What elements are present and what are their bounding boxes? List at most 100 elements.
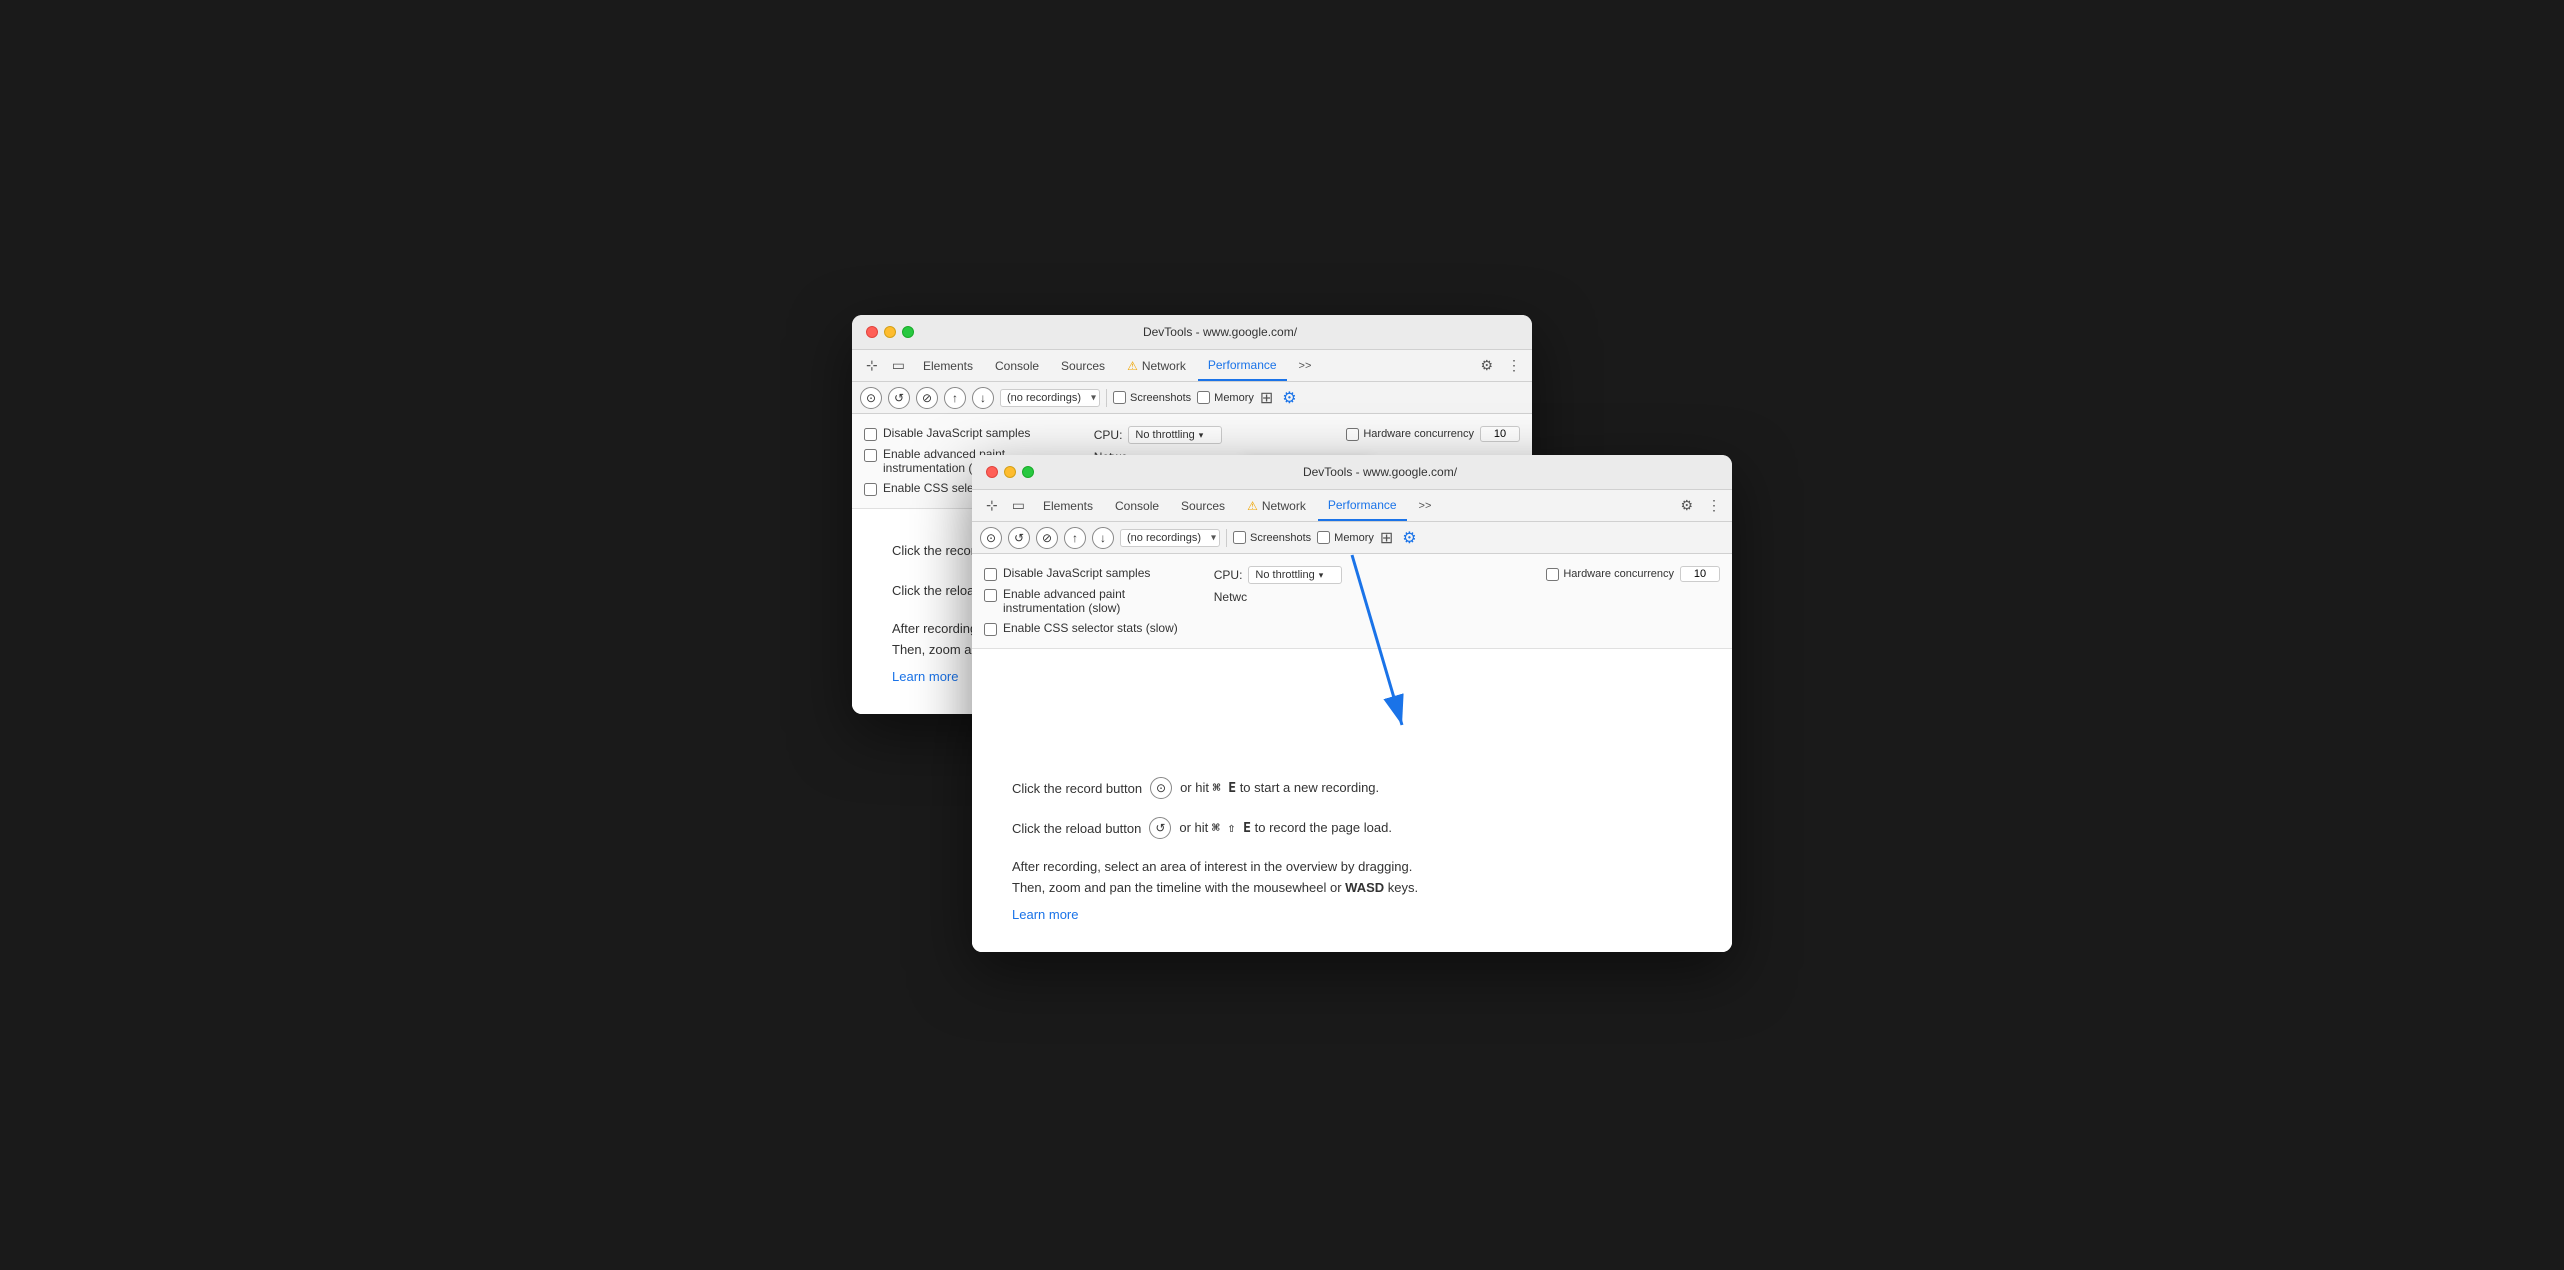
- css-selector-checkbox[interactable]: [864, 483, 877, 496]
- tab-elements-back[interactable]: Elements: [913, 350, 983, 381]
- cpu-selected-back: No throttling: [1135, 429, 1194, 441]
- record-inline-btn-front: ⊙: [1150, 777, 1172, 799]
- close-button[interactable]: [866, 326, 878, 338]
- tab-performance-back[interactable]: Performance: [1198, 350, 1287, 381]
- memory-checkbox-front[interactable]: [1317, 531, 1330, 544]
- download-button-front[interactable]: ↓: [1092, 527, 1114, 549]
- memory-checkbox-label-front[interactable]: Memory: [1317, 531, 1374, 544]
- css-selector-checkbox-front[interactable]: [984, 623, 997, 636]
- settings-icon[interactable]: ⚙: [1477, 354, 1496, 377]
- recordings-select-wrapper[interactable]: (no recordings): [1000, 389, 1100, 407]
- toolbar-separator-front: [1226, 529, 1227, 547]
- toolbar-back: ⊙ ↺ ⊘ ↑ ↓ (no recordings) Screenshots: [852, 382, 1532, 414]
- cursor-icon-front[interactable]: ⊹: [980, 493, 1004, 518]
- warning-icon: ⚠: [1127, 359, 1138, 373]
- screenshots-checkbox-front[interactable]: [1233, 531, 1246, 544]
- minimize-button[interactable]: [884, 326, 896, 338]
- recordings-select-wrapper-front[interactable]: (no recordings): [1120, 529, 1220, 547]
- stop-button[interactable]: ⊘: [916, 387, 938, 409]
- more-icon[interactable]: ⋮: [1504, 354, 1524, 377]
- advanced-paint-checkbox-front[interactable]: [984, 589, 997, 602]
- upload-button-front[interactable]: ↑: [1064, 527, 1086, 549]
- learn-more-back[interactable]: Learn more: [892, 669, 958, 684]
- settings-col-right-front: CPU: No throttling ▾ Netwc: [1194, 566, 1343, 604]
- download-button[interactable]: ↓: [972, 387, 994, 409]
- disable-js-checkbox[interactable]: [864, 428, 877, 441]
- tab-sources-back[interactable]: Sources: [1051, 350, 1115, 381]
- instruction-para-front: After recording, select an area of inter…: [1012, 857, 1692, 899]
- memory-checkbox[interactable]: [1197, 391, 1210, 404]
- minimize-button-front[interactable]: [1004, 466, 1016, 478]
- hardware-concurrency-section: Hardware concurrency: [1346, 426, 1520, 442]
- memory-checkbox-label[interactable]: Memory: [1197, 391, 1254, 404]
- devtools-window-front: DevTools - www.google.com/ ⊹ ▭ Elements …: [972, 455, 1732, 952]
- window-title-front: DevTools - www.google.com/: [1042, 465, 1718, 479]
- cpu-row-front: CPU: No throttling ▾: [1214, 566, 1343, 584]
- hardware-concurrency-section-front: Hardware concurrency: [1546, 566, 1720, 582]
- traffic-lights-front: [986, 466, 1034, 478]
- hardware-value-input-front[interactable]: [1680, 566, 1720, 582]
- tab-elements-front[interactable]: Elements: [1033, 490, 1103, 521]
- traffic-lights-back: [866, 326, 914, 338]
- more-icon-front[interactable]: ⋮: [1704, 494, 1724, 517]
- refresh-button-front[interactable]: ↺: [1008, 527, 1030, 549]
- tab-console-back[interactable]: Console: [985, 350, 1049, 381]
- record-instruction-front: Click the record button ⊙ or hit ⌘ E to …: [1012, 777, 1692, 799]
- reload-inline-btn-front: ↺: [1149, 817, 1171, 839]
- refresh-button[interactable]: ↺: [888, 387, 910, 409]
- tab-more-front[interactable]: >>: [1409, 490, 1442, 521]
- cpu-meter-icon: ⊞: [1260, 388, 1273, 408]
- window-title-back: DevTools - www.google.com/: [922, 325, 1518, 339]
- cpu-select-container: No throttling ▾: [1128, 426, 1222, 444]
- hardware-concurrency-label-front[interactable]: Hardware concurrency: [1546, 568, 1674, 581]
- tab-console-front[interactable]: Console: [1105, 490, 1169, 521]
- tab-network-back[interactable]: ⚠ Network: [1117, 350, 1196, 381]
- record-button[interactable]: ⊙: [860, 387, 882, 409]
- tab-network-front[interactable]: ⚠ Network: [1237, 490, 1316, 521]
- disable-js-item-front: Disable JavaScript samples: [984, 566, 1178, 581]
- screenshots-checkbox-label[interactable]: Screenshots: [1113, 391, 1191, 404]
- cpu-select-container-front: No throttling ▾: [1248, 566, 1342, 584]
- gear-blue-icon-front[interactable]: ⚙: [1399, 525, 1419, 551]
- advanced-paint-item-front: Enable advanced paintinstrumentation (sl…: [984, 587, 1178, 615]
- screenshots-checkbox[interactable]: [1113, 391, 1126, 404]
- cpu-select-front[interactable]: No throttling ▾: [1248, 566, 1342, 584]
- tab-bar-right-back: ⚙ ⋮: [1477, 354, 1524, 377]
- learn-more-front[interactable]: Learn more: [1012, 907, 1078, 922]
- device-icon-front[interactable]: ▭: [1006, 493, 1031, 518]
- cpu-chevron-front: ▾: [1319, 570, 1324, 581]
- close-button-front[interactable]: [986, 466, 998, 478]
- maximize-button-front[interactable]: [1022, 466, 1034, 478]
- hardware-value-input[interactable]: [1480, 426, 1520, 442]
- tab-sources-front[interactable]: Sources: [1171, 490, 1235, 521]
- stop-button-front[interactable]: ⊘: [1036, 527, 1058, 549]
- advanced-paint-checkbox[interactable]: [864, 449, 877, 462]
- hardware-concurrency-checkbox-front[interactable]: [1546, 568, 1559, 581]
- gear-blue-icon[interactable]: ⚙: [1279, 385, 1299, 411]
- disable-js-checkbox-front[interactable]: [984, 568, 997, 581]
- recordings-select-front[interactable]: (no recordings): [1120, 529, 1220, 547]
- recordings-select[interactable]: (no recordings): [1000, 389, 1100, 407]
- screenshots-checkbox-label-front[interactable]: Screenshots: [1233, 531, 1311, 544]
- cpu-select-back[interactable]: No throttling ▾: [1128, 426, 1222, 444]
- tab-bar-front: ⊹ ▭ Elements Console Sources ⚠ Network P…: [972, 490, 1732, 522]
- cpu-row-back: CPU: No throttling ▾: [1094, 426, 1223, 444]
- devtools-content-front: ⊹ ▭ Elements Console Sources ⚠ Network P…: [972, 490, 1732, 952]
- settings-row-front: Disable JavaScript samples Enable advanc…: [984, 562, 1720, 640]
- cursor-icon[interactable]: ⊹: [860, 353, 884, 378]
- cpu-selected-front: No throttling: [1255, 569, 1314, 581]
- settings-panel-front: Disable JavaScript samples Enable advanc…: [972, 554, 1732, 649]
- tab-bar-right-front: ⚙ ⋮: [1677, 494, 1724, 517]
- scene: DevTools - www.google.com/ ⊹ ▭ Elements …: [832, 295, 1732, 975]
- upload-button[interactable]: ↑: [944, 387, 966, 409]
- hardware-concurrency-label[interactable]: Hardware concurrency: [1346, 428, 1474, 441]
- cpu-chevron: ▾: [1199, 430, 1204, 441]
- network-row-front: Netwc: [1214, 590, 1343, 604]
- device-icon[interactable]: ▭: [886, 353, 911, 378]
- maximize-button[interactable]: [902, 326, 914, 338]
- record-button-front[interactable]: ⊙: [980, 527, 1002, 549]
- hardware-concurrency-checkbox[interactable]: [1346, 428, 1359, 441]
- tab-more-back[interactable]: >>: [1289, 350, 1322, 381]
- tab-performance-front[interactable]: Performance: [1318, 490, 1407, 521]
- settings-icon-front[interactable]: ⚙: [1677, 494, 1696, 517]
